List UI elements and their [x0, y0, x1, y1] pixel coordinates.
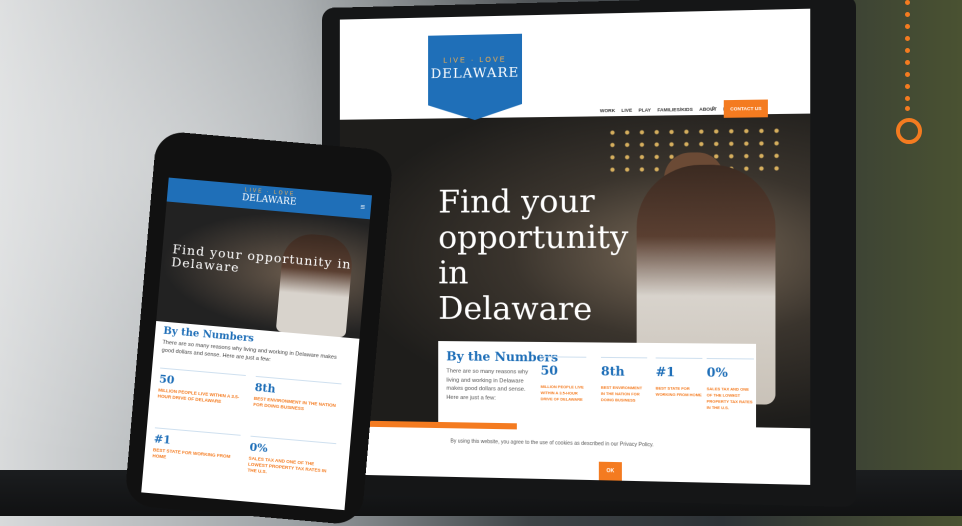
stat-item: 8th BEST ENVIRONMENT IN THE NATION FOR D…: [253, 375, 342, 415]
by-the-numbers-card: By the Numbers There are so many reasons…: [438, 341, 757, 434]
by-the-numbers-card: By the Numbers There are so many reasons…: [141, 321, 360, 511]
ring-icon: [896, 118, 922, 144]
cookie-text: By using this website, you agree to the …: [450, 438, 654, 449]
stat-value: #1: [655, 357, 703, 380]
nav-item-families[interactable]: FAMILIES/KIDS: [657, 107, 693, 113]
stat-label: MILLION PEOPLE LIVE WITHIN A 3.5-HOUR DR…: [540, 384, 584, 402]
logo-wordmark: DELAWARE: [430, 65, 520, 83]
stat-item: #1 BEST STATE FOR WORKING FROM HOME: [152, 427, 241, 466]
card-intro: There are so many reasons why living and…: [161, 339, 337, 363]
phone-device: LIVE · LOVE DELAWARE ≡ Find your opportu…: [124, 130, 394, 526]
nav-item-work[interactable]: WORK: [600, 108, 615, 113]
stat-item: 50 MILLION PEOPLE LIVE WITHIN A 3.5-HOUR…: [157, 367, 246, 407]
card-intro: There are so many reasons why living and…: [446, 368, 529, 402]
cookie-banner: By using this website, you agree to the …: [339, 426, 811, 485]
stat-item: 8th BEST ENVIRONMENT IN THE NATION FOR D…: [600, 356, 648, 404]
stat-item: 50 MILLION PEOPLE LIVE WITHIN A 3.5-HOUR…: [540, 356, 587, 403]
search-icon[interactable]: ⌕: [711, 103, 716, 113]
hero-title: Find your opportunity in Delaware: [438, 183, 629, 329]
laptop-device: LIVE · LOVE DELAWARE WORK LIVE PLAY FAMI…: [322, 0, 857, 508]
nav-item-live[interactable]: LIVE: [621, 108, 632, 113]
stat-value: 50: [540, 356, 587, 379]
stat-item: 0% SALES TAX AND ONE OF THE LOWEST PROPE…: [706, 357, 754, 412]
stat-label: BEST ENVIRONMENT IN THE NATION FOR DOING…: [600, 385, 643, 403]
device-mockup-scene: LIVE · LOVE DELAWARE WORK LIVE PLAY FAMI…: [0, 0, 962, 526]
site-header: [339, 8, 811, 114]
nav-item-play[interactable]: PLAY: [638, 107, 651, 112]
stat-value: 0%: [706, 357, 754, 381]
mobile-site: LIVE · LOVE DELAWARE ≡ Find your opportu…: [141, 177, 372, 511]
stat-item: #1 BEST STATE FOR WORKING FROM HOME: [655, 357, 703, 398]
logo-tagline: LIVE · LOVE: [443, 56, 507, 65]
desktop-site: LIVE · LOVE DELAWARE WORK LIVE PLAY FAMI…: [339, 8, 811, 485]
stat-value: 8th: [600, 356, 648, 380]
hamburger-menu-icon[interactable]: ≡: [360, 202, 365, 211]
stat-label: BEST STATE FOR WORKING FROM HOME: [655, 386, 702, 398]
contact-us-button[interactable]: CONTACT US: [723, 99, 769, 118]
stat-item: 0% SALES TAX AND ONE OF THE LOWEST PROPE…: [247, 435, 337, 481]
site-logo[interactable]: LIVE · LOVE DELAWARE: [428, 34, 522, 121]
stat-label: SALES TAX AND ONE OF THE LOWEST PROPERTY…: [706, 387, 753, 411]
cookie-ok-button[interactable]: OK: [598, 461, 622, 481]
hero-person: [275, 231, 355, 338]
